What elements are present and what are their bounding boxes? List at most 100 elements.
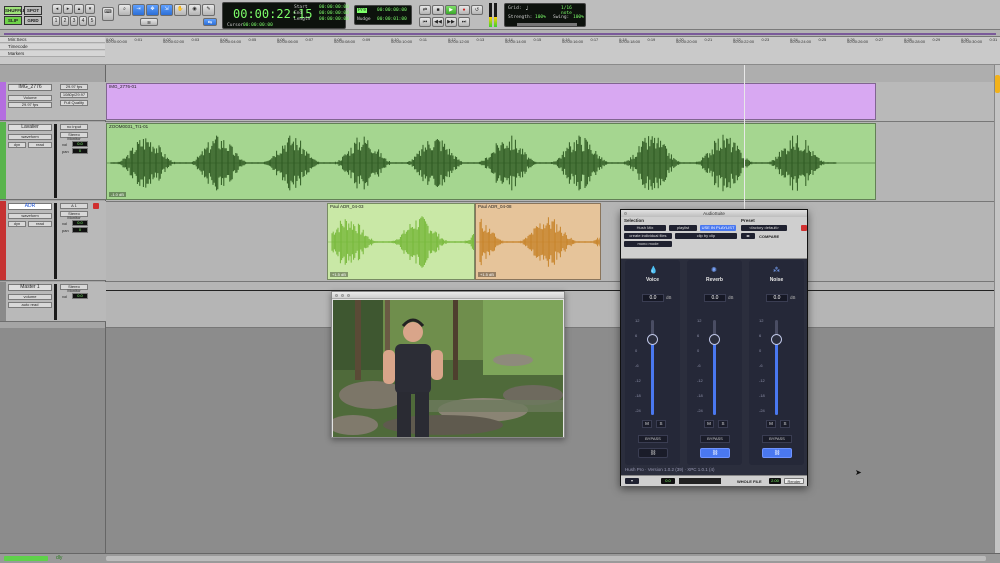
timecode-ruler[interactable]: Timecode <box>0 44 1000 50</box>
master-volume-value[interactable]: 0.0 <box>72 293 88 299</box>
universe-overview[interactable] <box>0 30 1000 37</box>
link-timeline-icon[interactable]: ⇆ <box>203 18 217 26</box>
video-window-titlebar[interactable] <box>332 292 564 299</box>
video-quality-box[interactable]: Full Quality <box>60 100 88 106</box>
zoom-in-icon[interactable]: ▸ <box>63 4 73 14</box>
handle-length-value[interactable]: 2.00 <box>769 478 781 484</box>
adr-dyn-button[interactable]: dyn <box>8 221 26 227</box>
lavalier-dyn-button[interactable]: dyn <box>8 142 26 148</box>
whole-file-button[interactable]: WHOLE FILE <box>737 479 762 484</box>
slip-mode-button[interactable]: SLIP <box>4 16 22 25</box>
plugin-selector[interactable]: Hush Mix <box>624 225 666 231</box>
reverb-fader-knob[interactable] <box>709 334 720 345</box>
voice-mute-button[interactable]: M <box>642 420 652 428</box>
zoom-preset-1[interactable]: 1 <box>52 16 60 26</box>
handle-value[interactable]: 0.0 <box>661 478 675 484</box>
reverb-mute-button[interactable]: M <box>704 420 714 428</box>
master-output[interactable]: Stereo Monitor <box>60 284 88 293</box>
clip-lavalier[interactable]: ZOOM0031_Tr1-01 -1.0 dB <box>106 123 876 200</box>
grabber-tool-icon[interactable]: ✋ <box>174 4 187 16</box>
adr-volume-value[interactable]: 0.0 <box>72 220 88 226</box>
plugin-bypass-icon[interactable] <box>801 225 807 231</box>
processing-mode-selector[interactable]: clip by clip <box>675 233 737 239</box>
stop-icon[interactable]: ■ <box>432 5 444 15</box>
video-volume-box[interactable]: Volume <box>8 95 52 101</box>
clip-video[interactable]: IMG_2776-01 <box>106 83 876 120</box>
track-name-adr[interactable]: ADR <box>8 203 52 210</box>
selection-start[interactable]: 00:00:00:00 <box>319 5 349 10</box>
selector-tool-icon[interactable]: ⇲ <box>160 4 173 16</box>
voice-value[interactable]: 0.0 <box>642 294 664 302</box>
return-to-zero-icon[interactable]: ⏮ <box>419 17 431 27</box>
smart-tool-icon[interactable]: ✥ <box>146 4 159 16</box>
record-icon[interactable]: ● <box>458 5 470 15</box>
voice-link-icon[interactable]: ⛓ <box>638 448 668 458</box>
reverb-value[interactable]: 0.0 <box>704 294 726 302</box>
zoom-out-icon[interactable]: ◂ <box>52 4 62 14</box>
reverb-link-icon[interactable]: ⛓ <box>700 448 730 458</box>
use-in-playlist-button[interactable]: USE IN PLAYLIST <box>700 225 736 231</box>
reverb-solo-button[interactable]: S <box>718 420 728 428</box>
record-enable-icon[interactable] <box>93 203 99 209</box>
track-lavalier[interactable]: Lavalier waveform dyn read no input Ster… <box>0 122 106 200</box>
lane-adr[interactable]: Paul ADR_04-03 +1.5 dB Paul ADR_04-08 +1… <box>106 202 994 282</box>
trim-tool-icon[interactable]: ⇥ <box>132 4 145 16</box>
grid-mode-button[interactable]: GRID <box>24 16 42 25</box>
target-selector[interactable]: playlist <box>669 225 697 231</box>
nudge-value[interactable]: 00:00:01:00 <box>377 17 407 22</box>
scrubber-tool-icon[interactable]: ◉ <box>188 4 201 16</box>
minimize-icon[interactable] <box>341 294 344 297</box>
noise-mute-button[interactable]: M <box>766 420 776 428</box>
go-to-end-icon[interactable]: ⏭ <box>458 17 470 27</box>
strength-value[interactable]: 100% <box>535 15 546 20</box>
lane-lavalier[interactable]: ZOOM0031_Tr1-01 -1.0 dB <box>106 122 994 202</box>
reverb-bypass-button[interactable]: BYPASS <box>700 435 730 443</box>
expand-icon[interactable]: ▾ <box>625 478 639 484</box>
zoom-preset-4[interactable]: 4 <box>79 16 87 26</box>
fast-forward-icon[interactable]: ▶▶ <box>445 17 457 27</box>
master-view-selector[interactable]: volume <box>8 294 52 300</box>
voice-bypass-button[interactable]: BYPASS <box>638 435 668 443</box>
preset-selector[interactable]: <factory default> <box>741 225 787 231</box>
vertical-scrollbar[interactable] <box>994 65 1000 553</box>
noise-fader-knob[interactable] <box>771 334 782 345</box>
track-name-video[interactable]: IMG_2776 <box>8 84 52 91</box>
spot-mode-button[interactable]: SPOT <box>24 6 42 15</box>
voice-solo-button[interactable]: S <box>656 420 666 428</box>
zoom-preset-5[interactable]: 5 <box>88 16 96 26</box>
preroll-label[interactable]: Pre <box>357 8 368 13</box>
video-io-fps[interactable]: 29.97 fps <box>60 84 88 90</box>
adr-pan-value[interactable]: 0 <box>72 227 88 233</box>
adr-input[interactable]: A 1 <box>60 203 88 209</box>
adr-automation-mode[interactable]: read <box>28 221 52 227</box>
adr-view-selector[interactable]: waveform <box>8 213 52 219</box>
compare-button[interactable]: COMPARE <box>759 234 779 239</box>
track-master[interactable]: Master 1 volume auto read Stereo Monitor… <box>0 282 106 322</box>
master-automation-mode[interactable]: auto read <box>8 302 52 308</box>
track-name-master[interactable]: Master 1 <box>8 284 52 291</box>
noise-value[interactable]: 0.0 <box>766 294 788 302</box>
zoom-icon[interactable] <box>347 294 350 297</box>
render-button[interactable]: Render <box>784 478 804 484</box>
lavalier-input[interactable]: no input <box>60 124 88 130</box>
zoom-vertical-icon[interactable]: ▴ <box>74 4 84 14</box>
loop-icon[interactable]: ↺ <box>471 5 483 15</box>
zoom-fit-icon[interactable]: ▾ <box>85 4 95 14</box>
shuffle-mode-button[interactable]: SHUFFLE <box>4 6 26 15</box>
keyboard-focus-icon[interactable]: ⌨ <box>102 7 114 21</box>
edit-modifier-icon[interactable]: ≋ <box>140 18 158 26</box>
online-icon[interactable]: ⇄ <box>419 5 431 15</box>
video-window[interactable] <box>331 291 565 438</box>
lavalier-volume-value[interactable]: 0.0 <box>72 141 88 147</box>
rewind-icon[interactable]: ◀◀ <box>432 17 444 27</box>
close-icon[interactable] <box>335 294 338 297</box>
edit-window[interactable]: IMG_2776-01 ZOOM0031_Tr1-01 -1.0 dB Paul… <box>106 65 994 328</box>
track-name-lavalier[interactable]: Lavalier <box>8 124 52 131</box>
lavalier-view-selector[interactable]: waveform <box>8 134 52 140</box>
lane-video[interactable]: IMG_2776-01 <box>106 82 994 122</box>
plugin-close-icon[interactable] <box>624 212 627 215</box>
preset-arrows-icon[interactable]: ◂▸ <box>741 233 755 239</box>
track-height-bar[interactable] <box>4 556 48 561</box>
lavalier-pan-value[interactable]: 0 <box>72 148 88 154</box>
swing-value[interactable]: 100% <box>573 15 584 20</box>
